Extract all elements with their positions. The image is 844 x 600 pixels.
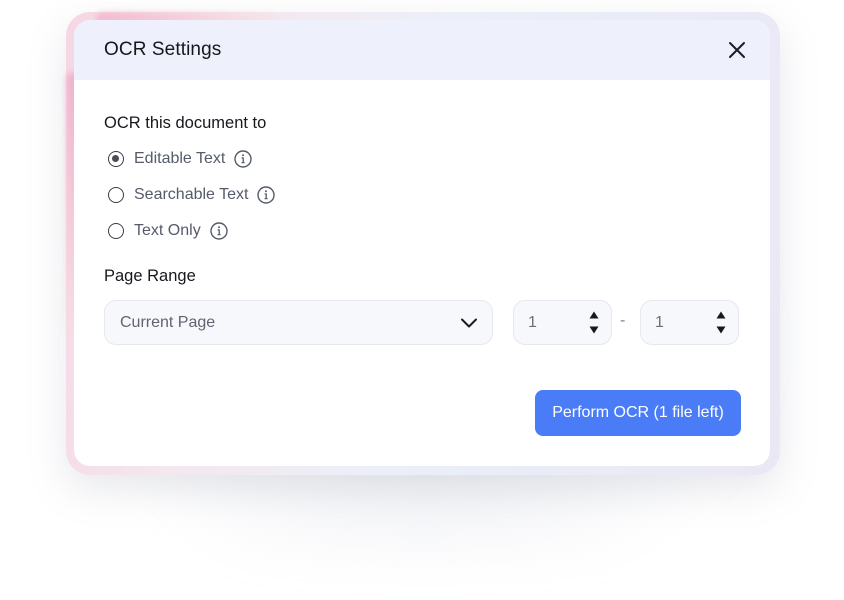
increment-arrow-icon[interactable]	[589, 311, 599, 319]
decrement-arrow-icon[interactable]	[716, 326, 726, 334]
radio-label: Text Only	[134, 222, 201, 239]
perform-ocr-button[interactable]: Perform OCR (1 file left)	[535, 390, 741, 436]
info-icon[interactable]	[234, 150, 253, 168]
ocr-settings-dialog: OCR Settings OCR this document to Editab…	[74, 20, 770, 466]
dialog-header: OCR Settings	[74, 20, 770, 80]
info-icon[interactable]	[209, 222, 228, 240]
radio-editable-text[interactable]: Editable Text	[108, 150, 253, 168]
close-icon	[729, 42, 745, 58]
radio-label: Editable Text	[134, 150, 226, 167]
radio-button[interactable]	[108, 151, 124, 167]
radio-searchable-text[interactable]: Searchable Text	[108, 186, 276, 204]
ocr-mode-label: OCR this document to	[104, 114, 267, 132]
decrement-arrow-icon[interactable]	[589, 326, 599, 334]
dialog-title: OCR Settings	[104, 39, 222, 60]
radio-label: Searchable Text	[134, 186, 249, 203]
range-separator: -	[620, 312, 626, 329]
page-from-value[interactable]: 1	[528, 314, 537, 332]
page-to-stepper[interactable]: 1	[640, 300, 739, 345]
chevron-down-icon	[461, 318, 477, 327]
radio-text-only[interactable]: Text Only	[108, 222, 228, 240]
increment-arrow-icon[interactable]	[716, 311, 726, 319]
page-from-stepper[interactable]: 1	[513, 300, 612, 345]
stepper-arrows	[716, 311, 726, 334]
page-range-label: Page Range	[104, 267, 196, 285]
close-button[interactable]	[724, 37, 750, 63]
stepper-arrows	[589, 311, 599, 334]
radio-button[interactable]	[108, 187, 124, 203]
page-range-selected: Current Page	[120, 313, 216, 331]
radio-button[interactable]	[108, 223, 124, 239]
page-to-value[interactable]: 1	[655, 314, 664, 332]
page-range-select[interactable]: Current Page	[104, 300, 493, 345]
info-icon[interactable]	[257, 186, 276, 204]
